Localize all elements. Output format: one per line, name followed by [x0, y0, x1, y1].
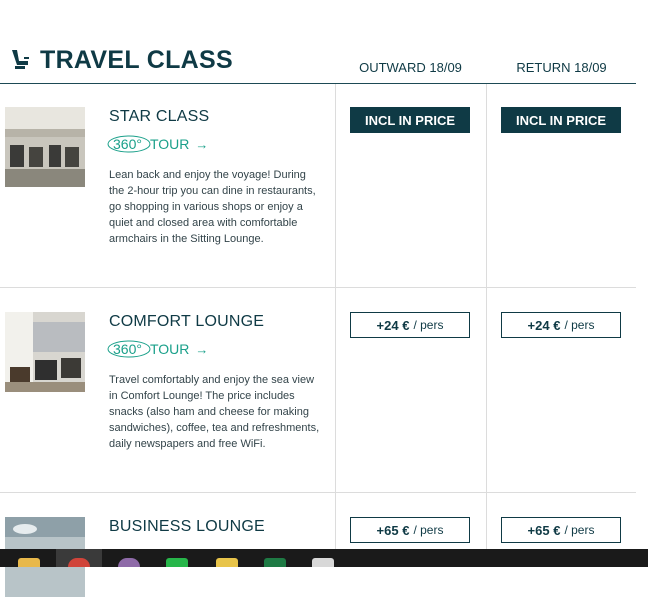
360-icon: 360°: [107, 340, 151, 358]
comfort-lounge-photo[interactable]: [5, 312, 85, 392]
travel-class-header: TRAVEL CLASS OUTWARD 18/09 RETURN 18/09: [0, 40, 636, 84]
outward-business-price-button[interactable]: +65 € / pers: [350, 517, 470, 543]
column-divider: [486, 288, 487, 492]
arrow-right-icon: →: [195, 341, 209, 357]
line-icon[interactable]: [166, 558, 188, 567]
chrome-icon[interactable]: [68, 558, 90, 567]
page-title: TRAVEL CLASS: [40, 46, 233, 74]
star-class-photo[interactable]: [5, 107, 85, 187]
class-row-comfort: COMFORT LOUNGE 360° TOUR → Travel comfor…: [0, 288, 636, 493]
tour-label: TOUR: [149, 136, 190, 152]
360-icon: 360°: [107, 135, 151, 153]
return-incl-price-button[interactable]: INCL IN PRICE: [501, 107, 621, 133]
outward-incl-price-button[interactable]: INCL IN PRICE: [350, 107, 470, 133]
class-name: BUSINESS LOUNGE: [109, 518, 265, 535]
arrow-right-icon: →: [195, 136, 209, 152]
class-description: Lean back and enjoy the voyage! During t…: [109, 169, 316, 245]
column-divider: [486, 84, 487, 287]
app-icon-2[interactable]: [216, 558, 238, 567]
taskbar: [0, 549, 648, 567]
return-comfort-price-button[interactable]: +24 € / pers: [501, 312, 621, 338]
outward-comfort-price-button[interactable]: +24 € / pers: [350, 312, 470, 338]
tour-360-link[interactable]: 360° TOUR →: [107, 135, 209, 153]
column-divider: [335, 288, 336, 492]
column-divider: [335, 84, 336, 287]
app-icon[interactable]: [118, 558, 140, 567]
excel-icon[interactable]: [264, 558, 286, 567]
tour-label: TOUR: [149, 341, 190, 357]
return-business-price-button[interactable]: +65 € / pers: [501, 517, 621, 543]
file-explorer-icon[interactable]: [18, 558, 40, 567]
class-row-star: STAR CLASS 360° TOUR → Lean back and enj…: [0, 84, 636, 288]
class-description: Travel comfortably and enjoy the sea vie…: [109, 374, 320, 450]
return-column-header: RETURN 18/09: [516, 60, 607, 75]
class-name: COMFORT LOUNGE: [109, 313, 265, 330]
outward-column-header: OUTWARD 18/09: [359, 60, 462, 75]
class-name: STAR CLASS: [109, 108, 210, 125]
seat-icon: [12, 50, 29, 69]
tour-360-link[interactable]: 360° TOUR →: [107, 340, 209, 358]
notepad-icon[interactable]: [312, 558, 334, 567]
